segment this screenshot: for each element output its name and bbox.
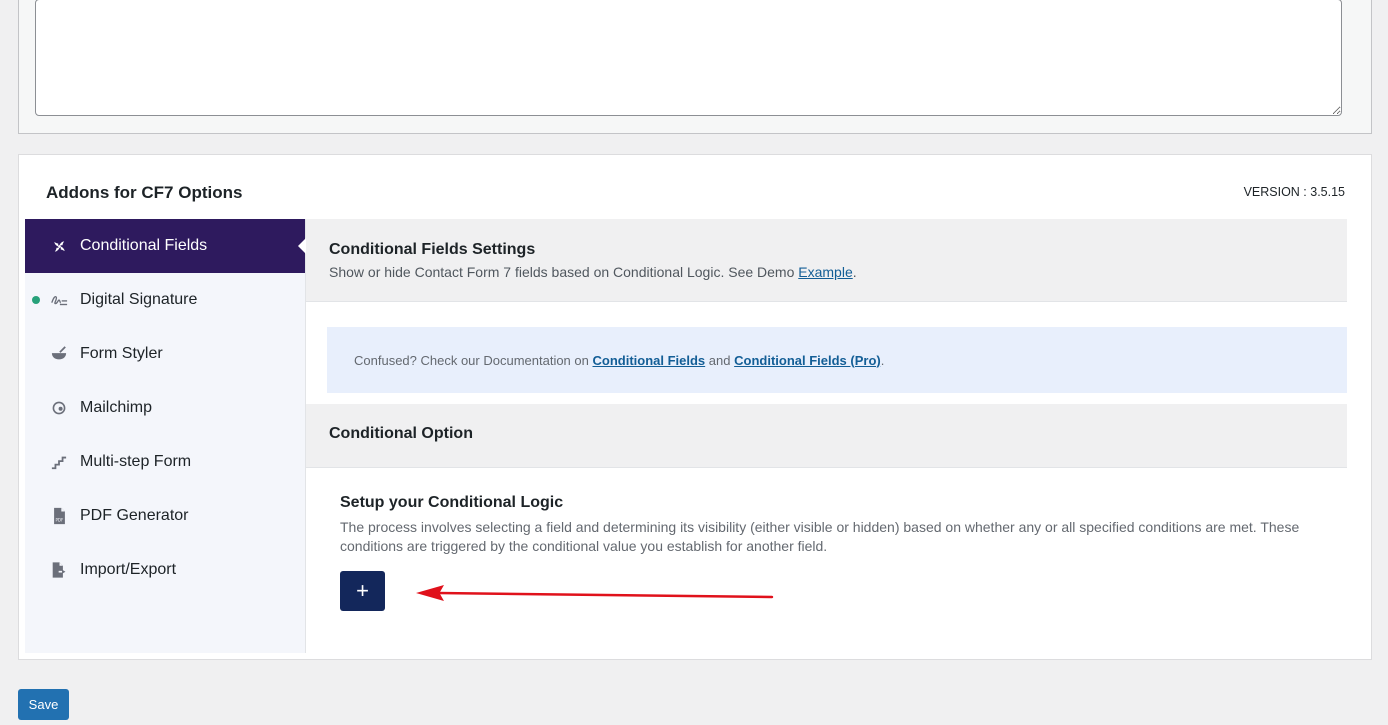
notice-suffix: . [880, 352, 885, 368]
sidebar-item-label: Import/Export [80, 561, 177, 578]
sidebar-item-import-export[interactable]: Import/Export [25, 543, 305, 597]
logic-title: Setup your Conditional Logic [340, 494, 564, 511]
sidebar-item-digital-signature[interactable]: Digital Signature [25, 273, 305, 327]
settings-title: Conditional Fields Settings [329, 241, 536, 258]
settings-desc-text: Show or hide Contact Form 7 fields based… [329, 264, 799, 280]
content-area: Conditional Fields Settings Show or hide… [306, 219, 1347, 611]
annotation-arrow-icon [416, 585, 774, 601]
svg-text:PDF: PDF [55, 517, 64, 522]
settings-header: Conditional Fields Settings Show or hide… [306, 219, 1347, 302]
sidebar-item-label: PDF Generator [80, 507, 189, 524]
sidebar-item-label: Digital Signature [80, 291, 198, 308]
settings-description: Show or hide Contact Form 7 fields based… [329, 264, 1324, 280]
steps-icon [50, 453, 68, 471]
notice-wrapper: Confused? Check our Documentation on Con… [306, 302, 1347, 404]
sidebar-item-label: Form Styler [80, 345, 163, 362]
conditional-option-header: Conditional Option [306, 404, 1347, 468]
settings-desc-suffix: . [852, 264, 857, 280]
example-link[interactable]: Example [798, 264, 852, 280]
notice-and: and [708, 352, 731, 368]
form-textarea[interactable] [35, 0, 1342, 116]
sidebar: Conditional Fields Digital Signature For… [25, 219, 306, 653]
conditional-option-title: Conditional Option [329, 425, 473, 442]
sidebar-item-label: Mailchimp [80, 399, 153, 416]
sidebar-item-label: Multi-step Form [80, 453, 192, 470]
sidebar-item-pdf-generator[interactable]: PDF PDF Generator [25, 489, 305, 543]
options-title: Addons for CF7 Options [46, 183, 243, 202]
sidebar-item-conditional-fields[interactable]: Conditional Fields [25, 219, 306, 273]
pdf-icon: PDF [50, 507, 68, 525]
conditional-fields-icon [50, 237, 68, 255]
logic-description: The process involves selecting a field a… [340, 519, 1300, 554]
add-condition-button[interactable]: + [340, 571, 385, 611]
sidebar-item-label: Conditional Fields [80, 237, 208, 254]
mortar-icon [50, 345, 68, 363]
sidebar-item-multi-step-form[interactable]: Multi-step Form [25, 435, 305, 489]
signature-icon [50, 291, 68, 309]
conditional-fields-pro-doc-link[interactable]: Conditional Fields (Pro) [734, 353, 881, 368]
top-panel [18, 0, 1372, 134]
notice-text: Confused? Check our Documentation on [354, 352, 589, 368]
conditional-fields-doc-link[interactable]: Conditional Fields [593, 353, 706, 368]
documentation-notice: Confused? Check our Documentation on Con… [327, 327, 1347, 393]
file-export-icon [50, 561, 68, 579]
status-dot [32, 296, 40, 304]
sidebar-item-mailchimp[interactable]: Mailchimp [25, 381, 305, 435]
mailchimp-icon [50, 399, 68, 417]
save-button[interactable]: Save [18, 689, 69, 720]
version-label: VERSION : 3.5.15 [1243, 185, 1345, 199]
sidebar-item-form-styler[interactable]: Form Styler [25, 327, 305, 381]
